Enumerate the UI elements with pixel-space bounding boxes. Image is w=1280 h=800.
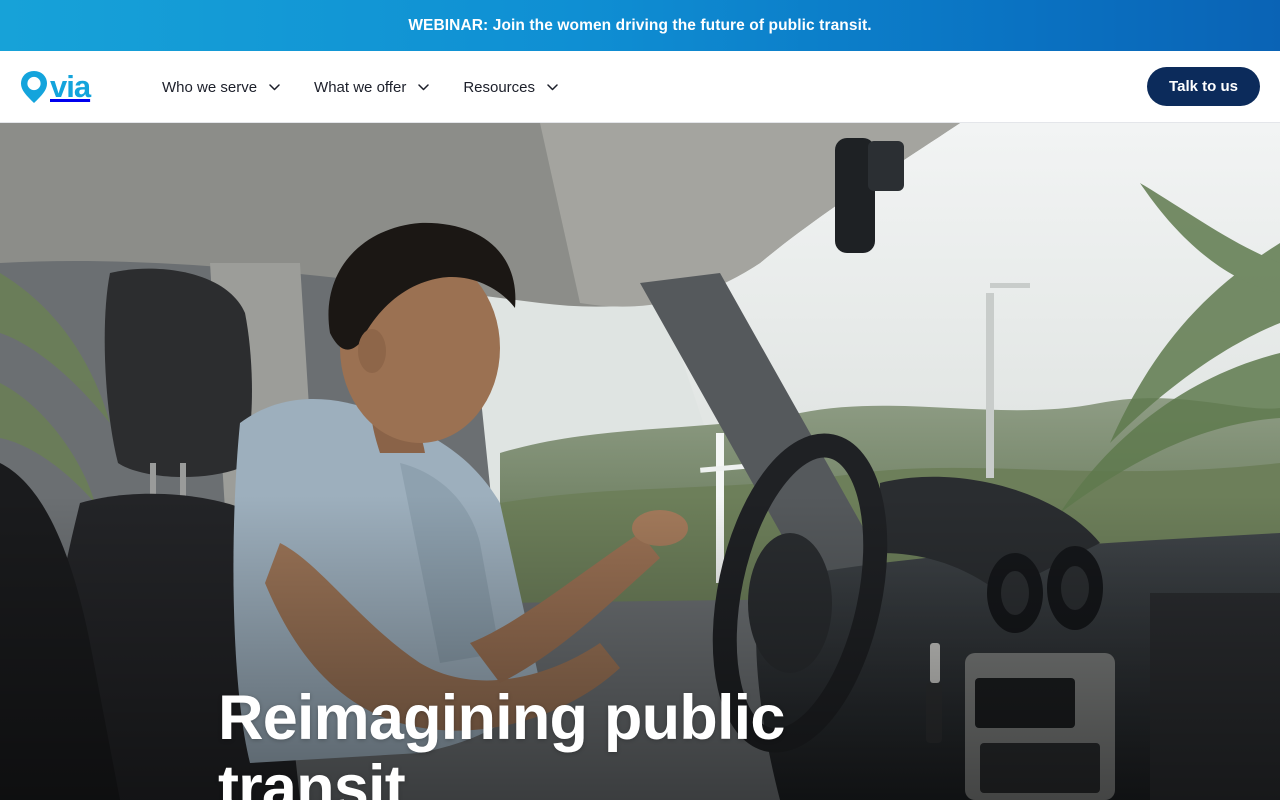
logo-wordmark: via bbox=[50, 68, 91, 104]
via-logo[interactable]: via bbox=[19, 68, 99, 106]
nav-item-resources[interactable]: Resources bbox=[463, 79, 558, 96]
nav-item-what-we-offer[interactable]: What we offer bbox=[314, 78, 430, 96]
nav-item-who-we-serve[interactable]: Who we serve bbox=[162, 79, 280, 96]
announcement-banner: WEBINAR: Join the women driving the futu… bbox=[0, 0, 1280, 51]
nav-item-label: Resources bbox=[463, 78, 536, 96]
nav-item-label: Who we serve bbox=[162, 78, 258, 96]
location-pin-icon bbox=[21, 71, 47, 103]
main-nav: Who we serve What we offer Resources bbox=[162, 51, 592, 123]
nav-item-label: What we offer bbox=[314, 78, 407, 96]
hero-section: Reimagining public transit bbox=[0, 123, 1280, 800]
site-header: via Who we serve What we offer Resources… bbox=[0, 51, 1280, 123]
talk-to-us-button[interactable]: Talk to us bbox=[1147, 67, 1260, 106]
chevron-down-icon bbox=[418, 83, 430, 90]
webinar-banner-link[interactable]: WEBINAR: Join the women driving the futu… bbox=[408, 17, 871, 35]
chevron-down-icon bbox=[269, 83, 280, 90]
hero-title: Reimagining public transit bbox=[218, 683, 785, 800]
chevron-down-icon bbox=[547, 83, 558, 90]
